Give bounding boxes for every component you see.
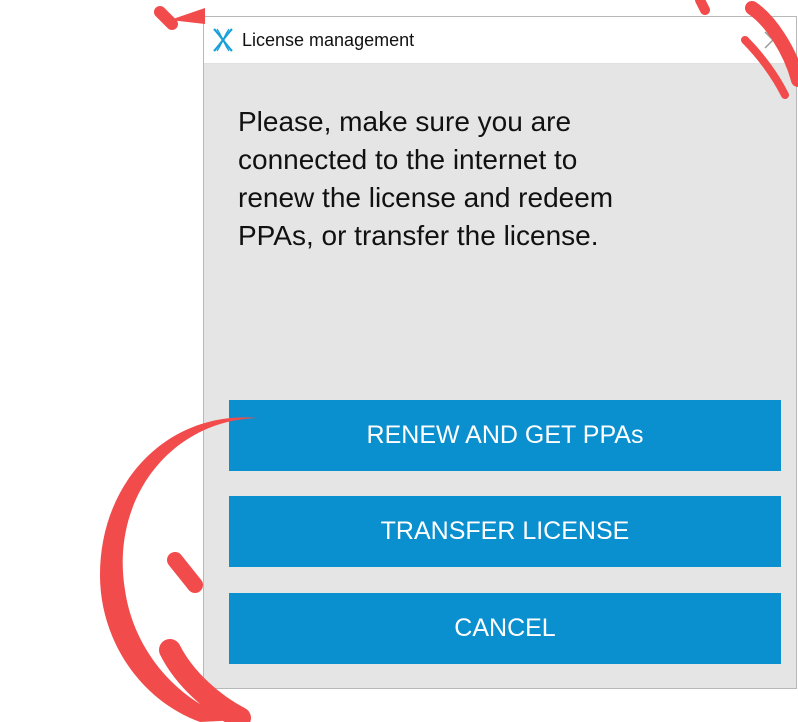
license-management-dialog: License management Please, make sure you… <box>203 16 797 689</box>
close-button[interactable] <box>760 27 786 53</box>
title-bar: License management <box>204 17 796 64</box>
close-icon <box>764 31 782 49</box>
page: License management Please, make sure you… <box>0 0 798 722</box>
cancel-button[interactable]: CANCEL <box>229 593 781 664</box>
dialog-message: Please, make sure you are connected to t… <box>238 106 614 251</box>
transfer-license-button[interactable]: TRANSFER LICENSE <box>229 496 781 567</box>
app-logo-icon <box>212 27 234 53</box>
renew-and-get-ppas-button[interactable]: RENEW AND GET PPAs <box>229 400 781 471</box>
window-title: License management <box>242 29 415 50</box>
